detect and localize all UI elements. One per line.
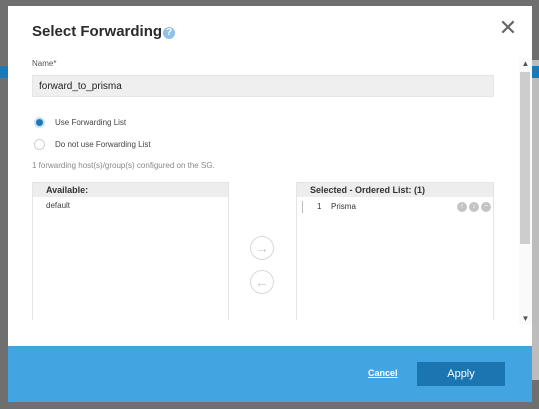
option-do-not-use-forwarding-list[interactable]: Do not use Forwarding List bbox=[34, 139, 151, 150]
selected-header: Selected - Ordered List: (1) bbox=[297, 183, 493, 197]
option-label: Do not use Forwarding List bbox=[55, 140, 151, 149]
option-label: Use Forwarding List bbox=[55, 118, 127, 127]
help-icon[interactable]: ? bbox=[163, 27, 175, 39]
selected-ordered-list: Selected - Ordered List: (1) 1 Prisma ↑ … bbox=[296, 182, 494, 320]
background-page-accent-left bbox=[0, 66, 8, 78]
available-list: Available: default bbox=[32, 182, 229, 320]
scroll-thumb[interactable] bbox=[520, 72, 530, 244]
scroll-up-icon[interactable]: ▲ bbox=[519, 59, 532, 68]
scroll-down-icon[interactable]: ▼ bbox=[519, 314, 532, 323]
name-label: Name* bbox=[32, 59, 57, 68]
remove-icon[interactable]: − bbox=[481, 202, 491, 212]
select-forwarding-dialog: Select Forwarding ? ✕ Name* Use Forwardi… bbox=[8, 6, 532, 402]
selected-item-index: 1 bbox=[317, 202, 322, 211]
dialog-scrollbar[interactable]: ▲ ▼ bbox=[519, 58, 532, 324]
available-item[interactable]: default bbox=[33, 197, 228, 210]
close-icon[interactable]: ✕ bbox=[498, 17, 518, 39]
background-page-strip bbox=[531, 60, 539, 380]
configured-hosts-text: 1 forwarding host(s)/group(s) configured… bbox=[32, 161, 215, 170]
option-use-forwarding-list[interactable]: Use Forwarding List bbox=[34, 117, 126, 128]
apply-button[interactable]: Apply bbox=[417, 362, 505, 386]
move-right-arrow-icon[interactable]: → bbox=[250, 236, 274, 260]
dialog-title: Select Forwarding bbox=[32, 23, 163, 40]
cancel-button[interactable]: Cancel bbox=[368, 368, 398, 378]
radio-do-not-use-forwarding-list[interactable] bbox=[34, 139, 45, 150]
background-page-accent-right bbox=[531, 66, 539, 78]
name-input[interactable] bbox=[32, 75, 494, 97]
available-header: Available: bbox=[33, 183, 228, 197]
move-up-icon[interactable]: ↑ bbox=[457, 202, 467, 212]
dialog-footer: Cancel Apply bbox=[8, 346, 532, 402]
selected-item-name: Prisma bbox=[331, 202, 356, 211]
selected-item[interactable]: 1 Prisma ↑ ↓ − bbox=[302, 201, 493, 213]
move-left-arrow-icon[interactable]: ← bbox=[250, 270, 274, 294]
radio-use-forwarding-list[interactable] bbox=[34, 117, 45, 128]
move-down-icon[interactable]: ↓ bbox=[469, 202, 479, 212]
